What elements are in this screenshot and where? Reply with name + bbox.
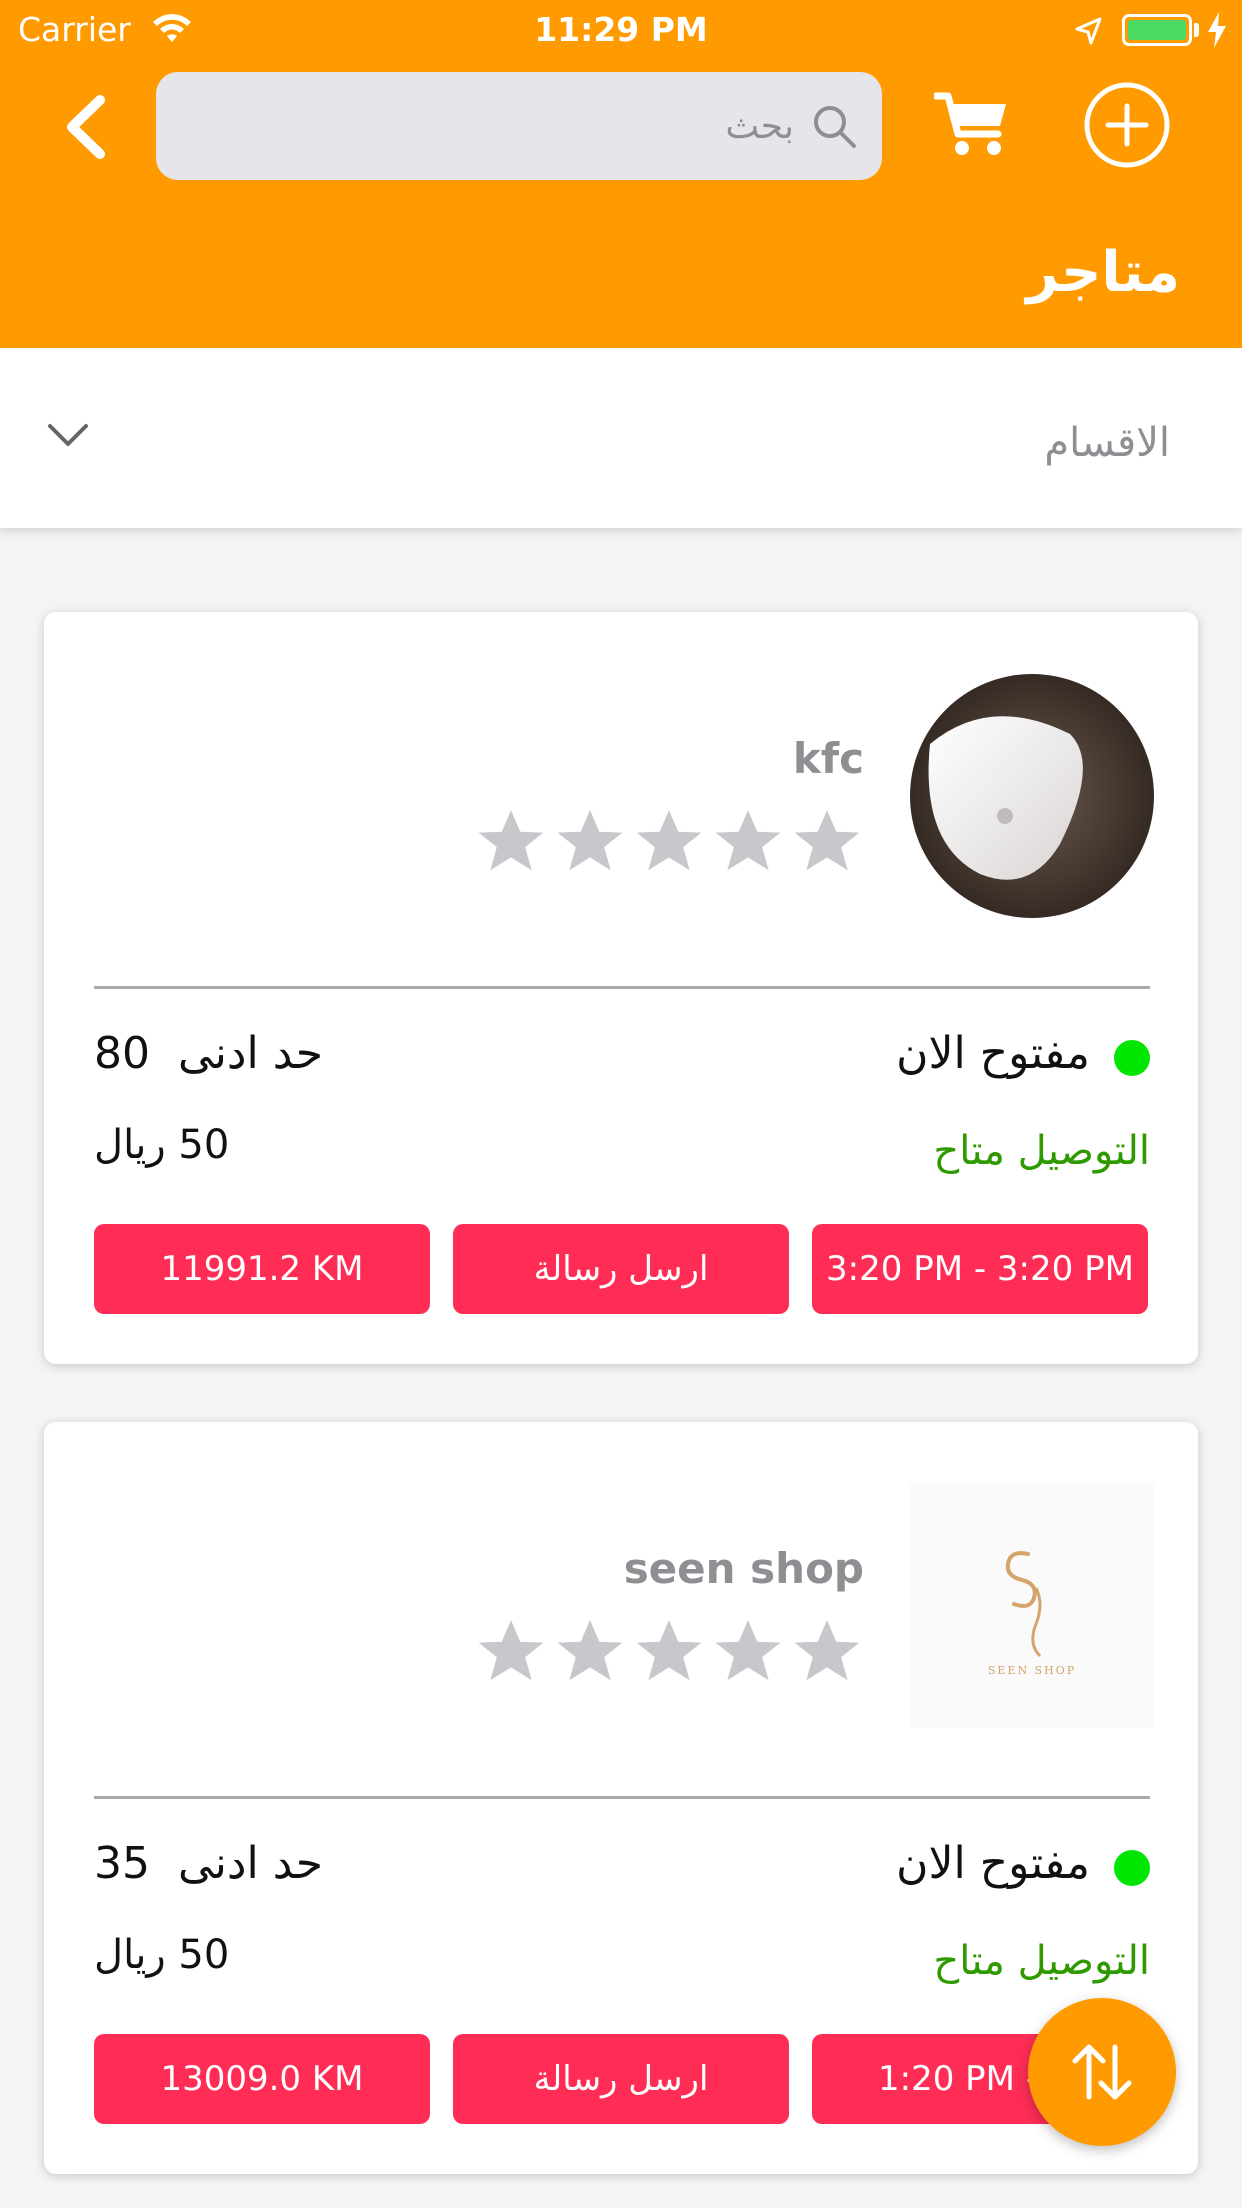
store-card[interactable]: SEEN SHOP seen shop مفتوح الان حد ادنى 3… (44, 1422, 1198, 2174)
store-logo: SEEN SHOP (910, 1484, 1154, 1728)
min-order-value: 35 (94, 1838, 150, 1889)
page-title: متاجر (1026, 240, 1180, 305)
divider (94, 986, 1150, 989)
send-message-button[interactable]: ارسل رسالة (453, 1224, 789, 1314)
back-icon[interactable] (58, 92, 118, 162)
distance-button[interactable]: 13009.0 KM (94, 2034, 430, 2124)
star-icon (478, 1620, 544, 1681)
search-input[interactable] (234, 96, 794, 156)
star-rating (474, 804, 864, 882)
add-circle-icon[interactable] (1082, 80, 1172, 170)
sort-button[interactable] (1028, 1998, 1176, 2146)
star-icon (636, 1620, 702, 1681)
star-rating (474, 1614, 864, 1692)
charging-bolt-icon (1208, 12, 1226, 48)
min-order-label: حد ادنى (177, 1028, 324, 1079)
app-header: Carrier 11:29 PM م (0, 0, 1242, 348)
delivery-fee: 50 ريال (94, 1932, 230, 1978)
star-icon (557, 1620, 623, 1681)
open-status-dot (1114, 1850, 1150, 1886)
cart-icon[interactable] (934, 90, 1010, 158)
category-label: الاقسام (1044, 420, 1170, 466)
logo-caption: SEEN SHOP (987, 1664, 1077, 1677)
divider (94, 1796, 1150, 1799)
star-icon (636, 810, 702, 871)
star-icon (794, 1620, 860, 1681)
hours-button[interactable]: 3:20 PM - 3:20 PM (812, 1224, 1148, 1314)
min-order: حد ادنى 80 (94, 1028, 323, 1079)
star-icon (715, 810, 781, 871)
min-order: حد ادنى 35 (94, 1838, 323, 1889)
battery-tip (1194, 23, 1199, 37)
delivery-available: التوصيل متاح (933, 1938, 1150, 1984)
store-logo (910, 674, 1154, 918)
open-status: مفتوح الان (896, 1028, 1090, 1079)
search-box[interactable] (156, 72, 882, 180)
star-icon (557, 810, 623, 871)
store-name: seen shop (623, 1544, 864, 1593)
location-arrow-icon (1075, 17, 1102, 45)
seen-shop-logo (1005, 1551, 1042, 1658)
battery-icon (1122, 14, 1192, 46)
star-icon (794, 810, 860, 871)
send-message-button[interactable]: ارسل رسالة (453, 2034, 789, 2124)
store-card[interactable]: kfc مفتوح الان حد ادنى 80 التوصيل متاح 5… (44, 612, 1198, 1364)
star-icon (715, 1620, 781, 1681)
store-name: kfc (792, 734, 864, 783)
min-order-label: حد ادنى (177, 1838, 324, 1889)
clock: 11:29 PM (534, 10, 708, 49)
delivery-fee: 50 ريال (94, 1122, 230, 1168)
open-status: مفتوح الان (896, 1838, 1090, 1889)
star-icon (478, 810, 544, 871)
chevron-down-icon (48, 424, 88, 446)
category-dropdown[interactable]: الاقسام (0, 348, 1242, 528)
sort-arrows-icon (1072, 2044, 1132, 2100)
mouse-photo (910, 674, 1154, 918)
distance-button[interactable]: 11991.2 KM (94, 1224, 430, 1314)
search-icon (814, 106, 856, 148)
delivery-available: التوصيل متاح (933, 1128, 1150, 1174)
status-bar: Carrier 11:29 PM (0, 0, 1242, 60)
open-status-dot (1114, 1040, 1150, 1076)
min-order-value: 80 (94, 1028, 150, 1079)
